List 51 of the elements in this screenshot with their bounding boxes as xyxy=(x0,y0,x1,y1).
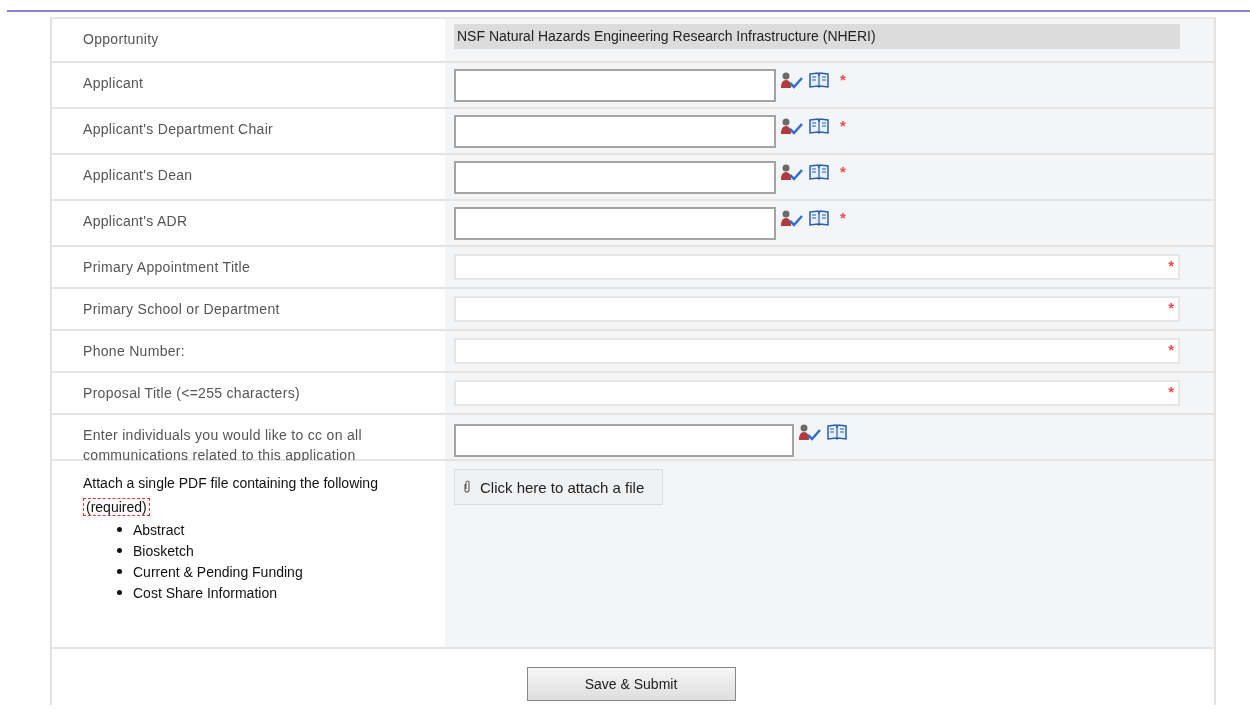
required-asterisk: * xyxy=(840,164,846,180)
person-check-icon[interactable] xyxy=(780,163,804,181)
field-label: Primary School or Department xyxy=(83,301,280,317)
list-item: Abstract xyxy=(133,521,185,538)
required-asterisk: * xyxy=(840,118,846,134)
field-label: Applicant's ADR xyxy=(83,213,188,229)
field-label: Opportunity xyxy=(83,31,159,47)
field-label: Applicant xyxy=(83,75,144,91)
address-book-icon[interactable] xyxy=(808,71,830,89)
required-asterisk: * xyxy=(840,210,846,226)
paperclip-icon xyxy=(463,478,471,496)
person-check-icon[interactable] xyxy=(780,117,804,135)
field-label: Applicant's Department Chair xyxy=(83,121,274,137)
people-input-field[interactable] xyxy=(454,69,776,102)
save-submit-button[interactable]: Save & Submit xyxy=(526,667,736,701)
address-book-icon[interactable] xyxy=(808,163,830,181)
bullet-icon xyxy=(117,569,122,574)
person-check-icon[interactable] xyxy=(780,71,804,89)
text-input-field[interactable]: * xyxy=(454,380,1180,406)
field-label: Phone Number: xyxy=(83,343,185,359)
required-asterisk: * xyxy=(1168,258,1174,274)
required-asterisk: * xyxy=(1168,300,1174,316)
list-item: Cost Share Information xyxy=(133,584,277,601)
list-item: Biosketch xyxy=(133,542,194,559)
bullet-icon xyxy=(117,590,122,595)
people-input-field[interactable] xyxy=(454,115,776,148)
address-book-icon[interactable] xyxy=(808,117,830,135)
attach-file-button[interactable]: Click here to attach a file xyxy=(454,469,664,505)
people-input-field[interactable] xyxy=(454,161,776,194)
required-asterisk: * xyxy=(1168,342,1174,358)
address-book-icon[interactable] xyxy=(808,209,830,227)
text-input-field[interactable]: * xyxy=(454,254,1180,280)
field-label: Proposal Title (<=255 characters) xyxy=(83,385,300,401)
field-label: Applicant's Dean xyxy=(83,167,193,183)
attach-instructions: Attach a single PDF file containing the following xyxy=(83,475,378,491)
text-input-field[interactable]: * xyxy=(454,338,1180,364)
people-input-field[interactable] xyxy=(454,424,794,457)
text-input-field[interactable]: * xyxy=(454,296,1180,322)
person-check-icon[interactable] xyxy=(780,209,804,227)
required-asterisk: * xyxy=(840,72,846,88)
people-input-field[interactable] xyxy=(454,207,776,240)
readonly-value: NSF Natural Hazards Engineering Research Infrastructure (NHERI) xyxy=(454,24,1180,49)
field-label: Primary Appointment Title xyxy=(83,259,250,275)
person-check-icon[interactable] xyxy=(798,423,822,441)
bullet-icon xyxy=(117,548,122,553)
field-label: Enter individuals you would like to cc on all communications related to this application xyxy=(83,427,362,463)
address-book-icon[interactable] xyxy=(826,423,848,441)
list-item: Current & Pending Funding xyxy=(133,563,303,580)
required-asterisk: * xyxy=(1168,384,1174,400)
required-note: (required) xyxy=(83,498,150,516)
bullet-icon xyxy=(117,527,122,532)
